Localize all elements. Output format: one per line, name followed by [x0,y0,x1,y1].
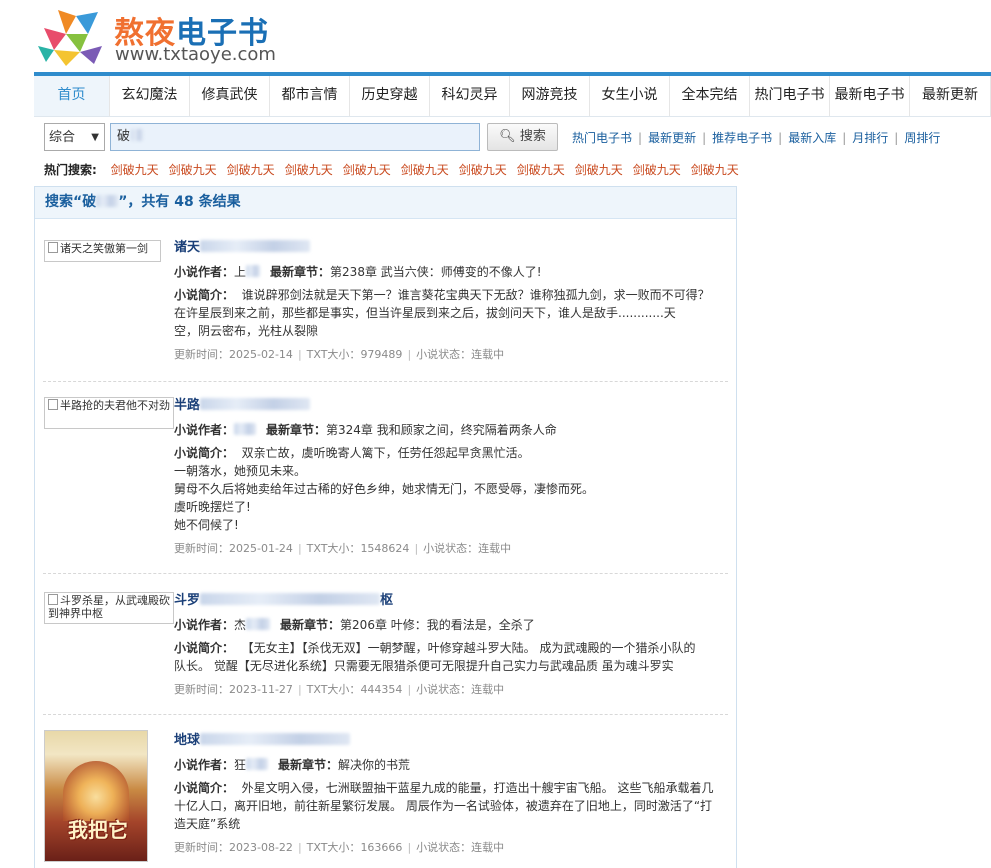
book-stats: 更新时间：2023-11-27 | TXT大小：444354 | 小说状态：连载中 [174,683,505,696]
book-thumbnail[interactable]: 斗罗杀星，从武魂殿砍到神界中枢 [44,592,174,624]
book-author[interactable]: 杰 [234,618,246,632]
search-bar: 综合 ▼ 破 🔍︎ 搜索 热门电子书 | 最新更新 | 推荐电子书 | 最新入库 | 月排行 | 周排… [44,123,991,153]
nav-item[interactable]: 首页 [34,76,111,116]
cover-title: 我把它 [68,818,128,842]
blurred-text [246,265,261,277]
book-stats: 更新时间：2025-01-24 | TXT大小：1548624 | 小说状态：连载中 [174,542,512,555]
book-meta: 小说作者： 最新章节：第324章 我和顾家之间，终究隔着两条人命 [174,423,557,437]
nav-item[interactable]: 玄幻魔法 [110,76,191,116]
blurred-text [200,398,311,410]
quick-link[interactable]: 推荐电子书 [712,131,772,145]
quick-link[interactable]: 周排行 [904,131,940,145]
book-thumbnail[interactable]: 诸天之笑傲第一剑 [44,240,161,262]
book-title[interactable]: 地球 [174,732,724,750]
latest-chapter[interactable]: 第206章 叶修：我的看法是，全杀了 [340,618,535,632]
result-item: 诸天之笑傲第一剑 诸天 小说作者：上 最新章节：第238章 武当六侠：师傅变的不像… [43,239,728,382]
separator: | [702,131,707,145]
blurred-text [200,733,351,745]
nav-item[interactable]: 科幻灵异 [430,76,511,116]
hot-search-link[interactable]: 剑破九天 [575,163,623,177]
logo-mark-icon [38,10,102,66]
hot-search-link[interactable]: 剑破九天 [227,163,275,177]
search-button[interactable]: 🔍︎ 搜索 [487,123,558,151]
latest-chapter[interactable]: 第324章 我和顾家之间，终究隔着两条人命 [326,423,557,437]
separator: | [842,131,847,145]
book-title[interactable]: 诸天 [174,239,724,257]
hot-search: 热门搜索: 剑破九天 剑破九天 剑破九天 剑破九天 剑破九天 剑破九天 剑破九天 剑破九天 剑破… [44,161,739,178]
blurred-text [96,195,119,207]
latest-chapter[interactable]: 解决你的书荒 [338,758,410,772]
nav-item[interactable]: 女生小说 [590,76,671,116]
result-item: 斗罗杀星，从武魂殿砍到神界中枢 斗罗枢 小说作者：杰 最新章节：第206章 叶修：… [43,592,728,715]
nav-item[interactable]: 最新电子书 [830,76,911,116]
search-results: 搜索“破 ”，共有 48 条结果 诸天之笑傲第一剑 诸天 小说作者：上 最新章节：第… [34,186,737,868]
page: 熬夜电子书 www.txtaoye.com 首页 玄幻魔法 修真武侠 都市言情 历史穿越… [0,0,991,868]
result-item: 半路抢的夫君他不对劲 半路 小说作者： 最新章节：第324章 我和顾家之间，终究隔… [43,397,728,574]
quick-link[interactable]: 热门电子书 [572,131,632,145]
hot-search-link[interactable]: 剑破九天 [459,163,507,177]
book-title[interactable]: 半路 [174,397,724,415]
book-intro: 小说简介： 【无女主】【杀伐无双】一朝梦醒，叶修穿越斗罗大陆。 成为武魂殿的一个… [174,641,696,673]
blurred-text [200,593,381,605]
site-logo[interactable]: 熬夜电子书 www.txtaoye.com [36,6,296,68]
nav-item[interactable]: 历史穿越 [350,76,431,116]
blurred-text [200,240,311,252]
book-meta: 小说作者：上 最新章节：第238章 武当六侠：师傅变的不像人了! [174,265,542,279]
quick-link[interactable]: 最新更新 [648,131,696,145]
blurred-text [246,758,269,770]
nav-item[interactable]: 热门电子书 [750,76,831,116]
category-select[interactable]: 综合 ▼ [44,123,105,151]
book-stats: 更新时间：2023-08-22 | TXT大小：163666 | 小说状态：连载中 [174,841,505,854]
book-stats: 更新时间：2025-02-14 | TXT大小：979489 | 小说状态：连载中 [174,348,505,361]
book-meta: 小说作者：杰 最新章节：第206章 叶修：我的看法是，全杀了 [174,618,535,632]
hot-search-link[interactable]: 剑破九天 [633,163,681,177]
hot-search-link[interactable]: 剑破九天 [343,163,391,177]
search-input[interactable]: 破 [110,123,480,151]
book-title[interactable]: 斗罗枢 [174,592,724,610]
hot-search-link[interactable]: 剑破九天 [401,163,449,177]
quick-link[interactable]: 月排行 [852,131,888,145]
separator: | [894,131,899,145]
result-item: 我把它 地球 小说作者：狂 最新章节：解决你的书荒 小说简介： 外星文明入侵，七洲… [43,730,728,868]
cover-art [63,761,129,821]
book-intro: 小说简介： 外星文明入侵，七洲联盟抽干蓝星九成的能量，打造出十艘宇宙飞船。 这些… [174,781,714,831]
book-meta: 小说作者：狂 最新章节：解决你的书荒 [174,758,411,772]
quick-links: 热门电子书 | 最新更新 | 推荐电子书 | 最新入库 | 月排行 | 周排行 [572,129,940,146]
nav-item[interactable]: 网游竞技 [510,76,591,116]
search-icon: 🔍︎ [499,129,516,144]
blurred-text [131,129,144,141]
broken-image-icon [48,242,58,253]
book-cover[interactable]: 我把它 [44,730,148,862]
main-nav: 首页 玄幻魔法 修真武侠 都市言情 历史穿越 科幻灵异 网游竞技 女生小说 全本完结 热门电子书最… [34,72,991,117]
hot-search-link[interactable]: 剑破九天 [169,163,217,177]
nav-item[interactable]: 最新更新 [910,76,991,116]
hot-search-link[interactable]: 剑破九天 [111,163,159,177]
separator: | [638,131,643,145]
site-url: www.txtaoye.com [115,44,276,65]
book-author[interactable]: 上 [234,265,246,279]
quick-link[interactable]: 最新入库 [788,131,836,145]
hot-search-link[interactable]: 剑破九天 [517,163,565,177]
results-header: 搜索“破 ”，共有 48 条结果 [35,187,736,219]
latest-chapter[interactable]: 第238章 武当六侠：师傅变的不像人了! [330,265,542,279]
broken-image-icon [48,594,58,605]
book-intro: 小说简介： 谁说辟邪剑法就是天下第一？谁言葵花宝典天下无敌？谁称独孤九剑，求一败… [174,288,710,338]
broken-image-icon [48,399,58,410]
book-author[interactable]: 狂 [234,758,246,772]
nav-item[interactable]: 修真武侠 [190,76,271,116]
book-intro: 小说简介： 双亲亡故，虞听晚寄人篱下，任劳任怨起早贪黑忙活。 一朝落水，她预见未… [174,446,595,532]
nav-item[interactable]: 全本完结 [670,76,751,116]
chevron-down-icon: ▼ [91,132,99,143]
book-thumbnail[interactable]: 半路抢的夫君他不对劲 [44,397,174,429]
hot-search-link[interactable]: 剑破九天 [691,163,739,177]
nav-item[interactable]: 都市言情 [270,76,351,116]
hot-search-label: 热门搜索: [44,163,97,177]
blurred-text [246,618,271,630]
separator: | [778,131,783,145]
blurred-text [234,423,257,435]
hot-search-link[interactable]: 剑破九天 [285,163,333,177]
